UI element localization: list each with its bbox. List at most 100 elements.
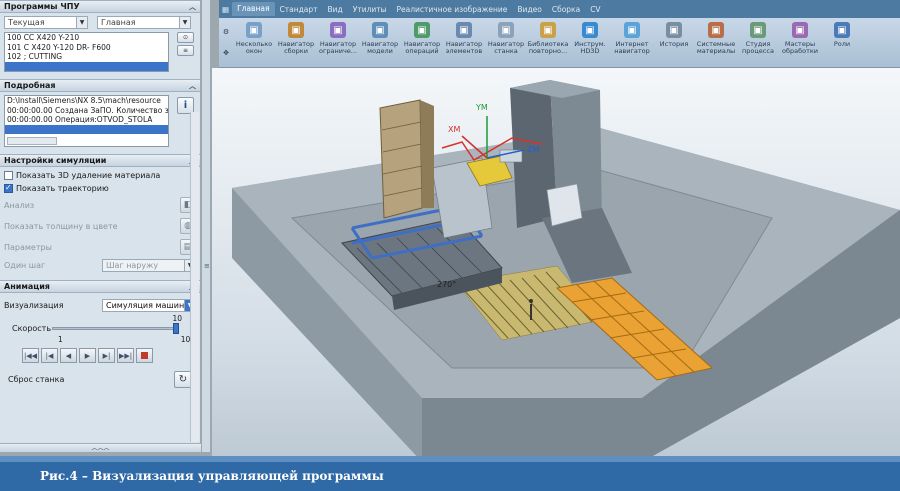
ribbon-button-14[interactable]: ▣ Роли — [821, 18, 863, 66]
viz-select[interactable]: Симуляция машинн ▼ — [102, 299, 196, 312]
tab-realistic[interactable]: Реалистичное изображение — [392, 5, 513, 14]
speed-label: Скорость — [12, 324, 52, 333]
speed-max: 10 — [180, 335, 191, 344]
ribbon-button-label: Навигатор сборки — [277, 40, 315, 55]
ribbon-button-label: Инструм. HD3D — [574, 40, 606, 55]
list-item[interactable]: 102 ; CUTTING — [5, 52, 168, 62]
current-program-select[interactable]: Главная ▼ — [97, 16, 191, 29]
ribbon-button-icon: ▣ — [792, 22, 808, 38]
ribbon-button-5[interactable]: ▣ Навигатор элементов — [443, 18, 485, 66]
ribbon-button-7[interactable]: ▣ Библиотека повторно... — [527, 18, 569, 66]
sim-settings-header[interactable]: Настройки симуляции ︿ — [0, 154, 200, 167]
speed-slider[interactable] — [52, 323, 179, 334]
list-item[interactable]: 00:00:00.00 Создана ЗаПО. Количество з — [5, 106, 168, 116]
quick-access-icon[interactable]: ▦ — [219, 5, 232, 14]
ribbon-button-12[interactable]: ▣ Студия процесса — [737, 18, 779, 66]
simulation-control-panel: Программы ЧПУ ︿ Текущая ▼ Главная ▼ 100 … — [0, 0, 201, 452]
table-marking: 270° — [437, 280, 456, 289]
panel-splitter[interactable]: ≡ — [202, 0, 211, 452]
move-icon[interactable]: ✥ — [223, 49, 229, 57]
tool-rack-side — [420, 100, 434, 208]
ribbon-button-label: Системные материалы — [696, 40, 736, 55]
ribbon-button-icon: ▣ — [414, 22, 430, 38]
ribbon-button-4[interactable]: ▣ Навигатор операций — [401, 18, 443, 66]
show-path-label: Показать траекторию — [16, 184, 109, 193]
collapse-chevron-icon[interactable]: ︿ — [189, 80, 196, 92]
show-path-checkbox[interactable] — [4, 183, 13, 193]
viz-label: Визуализация — [4, 301, 64, 310]
figure-caption: Рис.4 – Визуализация управляющей програм… — [0, 462, 900, 491]
current-label: Текущая — [8, 18, 45, 27]
thickness-label: Показать толщину в цвете — [4, 221, 118, 231]
ribbon-side-tools: ⚙ ✥ — [219, 18, 233, 67]
stop-button[interactable] — [136, 348, 153, 363]
ribbon-button-label: Навигатор элементов — [445, 40, 483, 55]
panel-collapse-chevron-icon[interactable]: ︿︿︿ — [0, 443, 201, 452]
reset-row: Сброс станка ↻ — [0, 371, 200, 388]
play-backward-button[interactable]: ◀ — [60, 348, 77, 363]
speed-slider-thumb[interactable] — [173, 323, 179, 334]
ribbon-button-8[interactable]: ▣ Инструм. HD3D — [569, 18, 611, 66]
panel-scrollbar[interactable] — [190, 112, 199, 442]
ribbon-button-icon: ▣ — [624, 22, 640, 38]
nc-programs-header[interactable]: Программы ЧПУ ︿ — [0, 0, 200, 13]
list-item[interactable]: 101 С X420 Y-120 DR- F600 — [5, 43, 168, 53]
chevron-down-icon[interactable]: ▼ — [76, 17, 87, 28]
ribbon-button-icon: ▣ — [372, 22, 388, 38]
nc-program-list[interactable]: 100 СС X420 Y-210 101 С X420 Y-120 DR- F… — [4, 32, 169, 72]
step-back-button[interactable]: |◀ — [41, 348, 58, 363]
ribbon-button-1[interactable]: ▣ Навигатор сборки — [275, 18, 317, 66]
detail-log-list[interactable]: D:\Install\Siemens\NX 8.5\mach\resource … — [4, 95, 169, 147]
copy-line-button[interactable]: ≡ — [177, 45, 194, 56]
step-select[interactable]: Шаг наружу ▼ — [102, 259, 196, 272]
show-3d-checkbox[interactable] — [4, 171, 13, 180]
analysis-row: Анализ ◧ — [0, 197, 200, 213]
ribbon-button-10[interactable]: ▣ История — [653, 18, 695, 66]
fast-forward-button[interactable]: ▶▶| — [117, 348, 134, 363]
horizontal-scrollbar[interactable] — [7, 137, 57, 145]
show-path-row[interactable]: Показать траекторию — [0, 183, 200, 193]
collapse-chevron-icon[interactable]: ︿ — [189, 1, 196, 13]
detail-header[interactable]: Подробная ︿ — [0, 79, 200, 92]
ribbon-button-0[interactable]: ▣ Несколько окон — [233, 18, 275, 66]
ribbon-button-3[interactable]: ▣ Навигатор модели — [359, 18, 401, 66]
ribbon-button-13[interactable]: ▣ Мастеры обработки — [779, 18, 821, 66]
play-forward-button[interactable]: ▶ — [79, 348, 96, 363]
step-value: Шаг наружу — [106, 261, 159, 270]
tab-assembly[interactable]: Сборка — [547, 5, 585, 14]
ribbon-button-label: Мастеры обработки — [781, 40, 819, 55]
show-3d-row[interactable]: Показать 3D удаление материала — [0, 171, 200, 180]
gear-icon[interactable]: ⚙ — [223, 28, 229, 36]
ribbon-button-icon: ▣ — [582, 22, 598, 38]
list-item[interactable]: 100 СС X420 Y-210 — [5, 33, 168, 43]
list-item[interactable]: 00:00:00.00 Операция:OTVOD_STOLA — [5, 115, 168, 125]
current-label-combo[interactable]: Текущая ▼ — [4, 16, 88, 29]
step-forward-button[interactable]: ▶| — [98, 348, 115, 363]
tab-home[interactable]: Главная — [232, 2, 275, 16]
detail-title: Подробная — [4, 81, 56, 90]
ribbon-button-2[interactable]: ▣ Навигатор ограниче... — [317, 18, 359, 66]
rewind-to-start-button[interactable]: |◀◀ — [22, 348, 39, 363]
go-to-line-button[interactable]: ⊙ — [177, 32, 194, 43]
tab-cv[interactable]: CV — [585, 5, 605, 14]
ribbon-button-icon: ▣ — [750, 22, 766, 38]
ribbon-button-6[interactable]: ▣ Навигатор станка — [485, 18, 527, 66]
tab-utilities[interactable]: Утилиты — [348, 5, 392, 14]
tab-view[interactable]: Вид — [323, 5, 348, 14]
nc-programs-title: Программы ЧПУ — [4, 2, 80, 11]
ribbon-button-11[interactable]: ▣ Системные материалы — [695, 18, 737, 66]
speed-range-row: 1 10 — [0, 335, 200, 344]
tab-video[interactable]: Видео — [512, 5, 546, 14]
animation-title: Анимация — [4, 282, 50, 291]
ribbon-button-9[interactable]: ▣ Интернет навигатор — [611, 18, 653, 66]
list-item[interactable]: D:\Install\Siemens\NX 8.5\mach\resource — [5, 96, 168, 106]
splitter-grip-icon[interactable]: ≡ — [204, 262, 210, 276]
chevron-down-icon[interactable]: ▼ — [179, 17, 190, 28]
tab-standard[interactable]: Стандарт — [275, 5, 323, 14]
animation-header[interactable]: Анимация ︿ — [0, 280, 200, 293]
ribbon-button-label: Роли — [833, 40, 851, 48]
graphics-viewport[interactable]: 270° YM ZM XM — [212, 68, 900, 462]
ribbon-button-icon: ▣ — [498, 22, 514, 38]
list-item-selected[interactable] — [5, 124, 168, 134]
list-item-selected[interactable] — [5, 61, 168, 71]
